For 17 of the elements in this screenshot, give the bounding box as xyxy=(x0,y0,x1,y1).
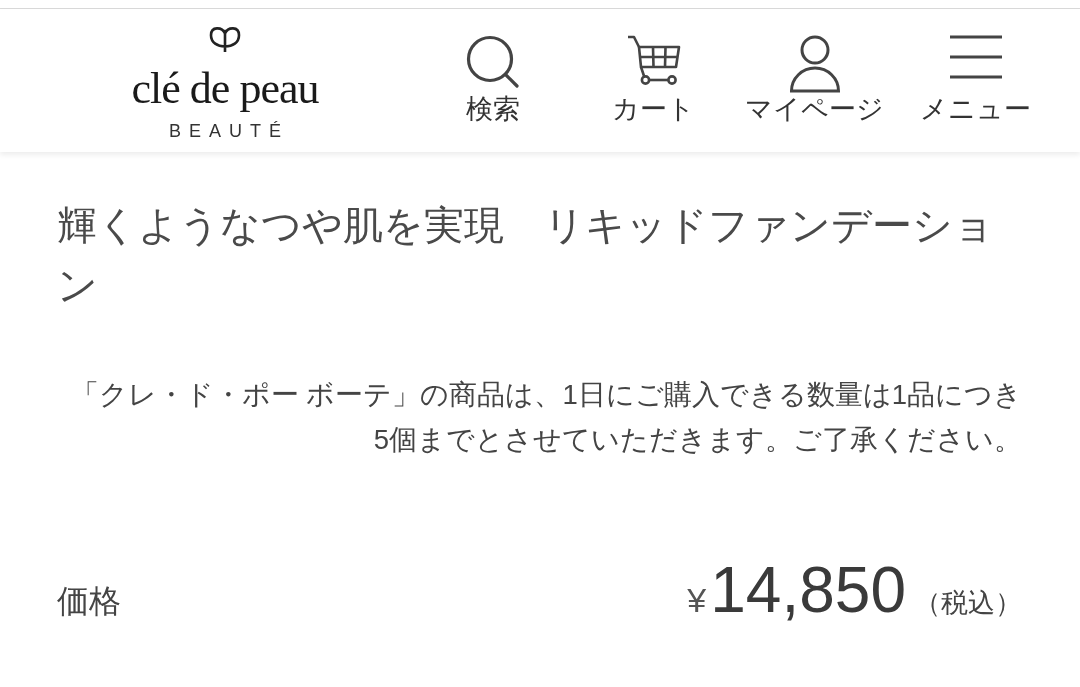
price-amount: 14,850 xyxy=(710,558,906,622)
price-label: 価格 xyxy=(57,582,121,621)
my-page-button[interactable]: マイページ xyxy=(745,9,884,124)
logo-mark-icon xyxy=(207,25,243,53)
search-button[interactable]: 検索 xyxy=(465,9,520,124)
menu-icon xyxy=(949,35,1002,79)
logo-subtitle: BEAUTÉ xyxy=(168,121,289,141)
logo-wordmark: clé de peau xyxy=(131,67,319,111)
menu-button[interactable]: メニュー xyxy=(920,9,1031,124)
search-icon xyxy=(465,35,520,88)
person-icon xyxy=(788,35,841,93)
tax-note: （税込） xyxy=(914,587,1022,620)
product-title: 輝くようなつや肌を実現 リキッドファンデーション xyxy=(57,202,995,309)
cart-icon xyxy=(626,35,681,85)
currency-symbol: ¥ xyxy=(687,581,707,620)
cart-button[interactable]: カート xyxy=(612,9,695,124)
purchase-limit-notice: 「クレ・ド・ポー ボーテ」の商品は、1日にご購入できる数量は1品につき5個までとさせていただきます。ご了承ください。 xyxy=(69,378,1022,457)
